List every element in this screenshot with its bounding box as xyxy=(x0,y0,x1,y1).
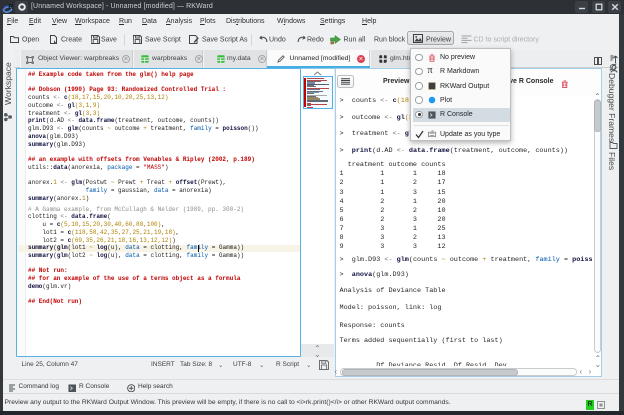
svg-text:R: R xyxy=(8,4,13,11)
